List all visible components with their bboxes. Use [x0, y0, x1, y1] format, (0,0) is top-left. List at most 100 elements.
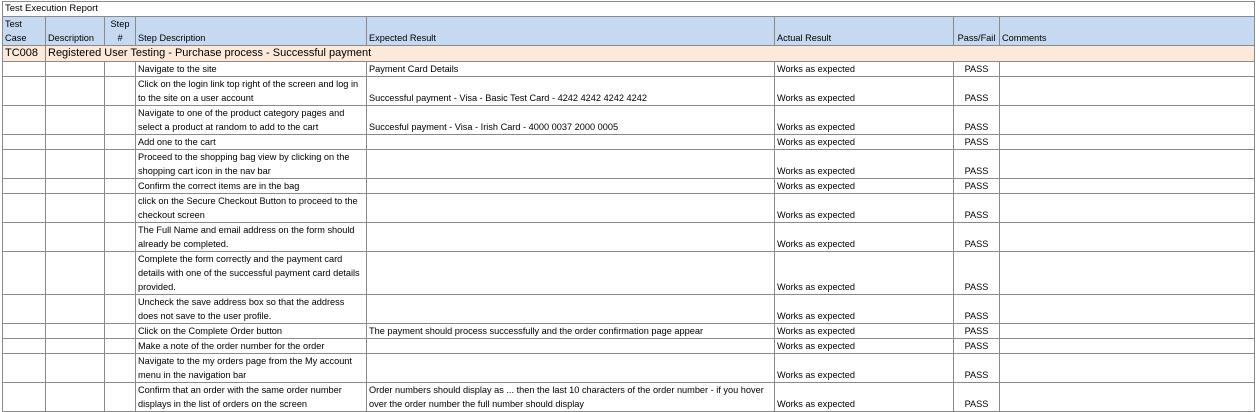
actual-result-cell[interactable]: Works as expected: [774, 105, 954, 135]
description-cell[interactable]: [45, 193, 105, 223]
comments-cell[interactable]: [998, 294, 1256, 324]
comments-cell[interactable]: [998, 382, 1256, 412]
comments-cell[interactable]: [998, 178, 1256, 194]
description-cell[interactable]: [45, 323, 105, 339]
step-description-cell[interactable]: The Full Name and email address on the f…: [135, 222, 367, 252]
test-case-cell[interactable]: [2, 382, 46, 412]
step-description-cell[interactable]: Uncheck the save address box so that the…: [135, 294, 367, 324]
comments-cell[interactable]: [998, 222, 1256, 252]
test-case-cell[interactable]: [2, 105, 46, 135]
expected-result-cell[interactable]: Order numbers should display as ... then…: [366, 382, 775, 412]
description-cell[interactable]: [45, 149, 105, 179]
actual-result-cell[interactable]: Works as expected: [774, 61, 954, 77]
pass-fail-cell[interactable]: PASS: [953, 76, 1000, 106]
expected-result-cell[interactable]: Payment Card Details: [366, 61, 775, 77]
pass-fail-cell[interactable]: PASS: [953, 134, 1000, 150]
expected-result-cell[interactable]: [366, 294, 775, 324]
expected-result-cell[interactable]: [366, 134, 775, 150]
step-number-cell[interactable]: [104, 149, 136, 179]
expected-result-cell[interactable]: The payment should process successfully …: [366, 323, 775, 339]
test-case-id[interactable]: TC008: [2, 45, 46, 62]
header-expected-result[interactable]: Expected Result: [366, 16, 775, 46]
header-actual-result[interactable]: Actual Result: [774, 16, 954, 46]
description-cell[interactable]: [45, 294, 105, 324]
step-number-cell[interactable]: [104, 323, 136, 339]
header-step-number[interactable]: Step #: [104, 16, 136, 46]
test-case-cell[interactable]: [2, 338, 46, 354]
description-cell[interactable]: [45, 61, 105, 77]
test-case-cell[interactable]: [2, 294, 46, 324]
comments-cell[interactable]: [998, 251, 1256, 295]
step-number-cell[interactable]: [104, 178, 136, 194]
actual-result-cell[interactable]: Works as expected: [774, 353, 954, 383]
step-number-cell[interactable]: [104, 193, 136, 223]
actual-result-cell[interactable]: Works as expected: [774, 222, 954, 252]
test-case-cell[interactable]: [2, 134, 46, 150]
actual-result-cell[interactable]: Works as expected: [774, 178, 954, 194]
step-number-cell[interactable]: [104, 251, 136, 295]
test-case-cell[interactable]: [2, 61, 46, 77]
step-description-cell[interactable]: Click on the login link top right of the…: [135, 76, 367, 106]
comments-cell[interactable]: [998, 134, 1256, 150]
pass-fail-cell[interactable]: PASS: [953, 193, 1000, 223]
test-case-cell[interactable]: [2, 76, 46, 106]
test-case-title[interactable]: Registered User Testing - Purchase proce…: [44, 45, 1256, 62]
step-description-cell[interactable]: Navigate to one of the product category …: [135, 105, 367, 135]
comments-cell[interactable]: [998, 193, 1256, 223]
expected-result-cell[interactable]: [366, 251, 775, 295]
step-description-cell[interactable]: Confirm the correct items are in the bag: [135, 178, 367, 194]
step-description-cell[interactable]: Navigate to the my orders page from the …: [135, 353, 367, 383]
step-number-cell[interactable]: [104, 338, 136, 354]
pass-fail-cell[interactable]: PASS: [953, 105, 1000, 135]
step-number-cell[interactable]: [104, 353, 136, 383]
step-number-cell[interactable]: [104, 294, 136, 324]
step-description-cell[interactable]: Add one to the cart: [135, 134, 367, 150]
test-case-cell[interactable]: [2, 251, 46, 295]
comments-cell[interactable]: [998, 353, 1256, 383]
description-cell[interactable]: [45, 251, 105, 295]
expected-result-cell[interactable]: Succesful payment - Visa - Irish Card - …: [366, 105, 775, 135]
header-test-case[interactable]: Test Case: [2, 16, 46, 46]
step-description-cell[interactable]: Confirm that an order with the same orde…: [135, 382, 367, 412]
expected-result-cell[interactable]: [366, 178, 775, 194]
pass-fail-cell[interactable]: PASS: [953, 294, 1000, 324]
description-cell[interactable]: [45, 222, 105, 252]
description-cell[interactable]: [45, 76, 105, 106]
comments-cell[interactable]: [998, 338, 1256, 354]
actual-result-cell[interactable]: Works as expected: [774, 382, 954, 412]
pass-fail-cell[interactable]: PASS: [953, 61, 1000, 77]
pass-fail-cell[interactable]: PASS: [953, 251, 1000, 295]
step-number-cell[interactable]: [104, 61, 136, 77]
header-pass-fail[interactable]: Pass/Fail: [953, 16, 1000, 46]
test-case-cell[interactable]: [2, 353, 46, 383]
pass-fail-cell[interactable]: PASS: [953, 338, 1000, 354]
step-description-cell[interactable]: click on the Secure Checkout Button to p…: [135, 193, 367, 223]
pass-fail-cell[interactable]: PASS: [953, 323, 1000, 339]
expected-result-cell[interactable]: [366, 338, 775, 354]
description-cell[interactable]: [45, 134, 105, 150]
pass-fail-cell[interactable]: PASS: [953, 149, 1000, 179]
actual-result-cell[interactable]: Works as expected: [774, 251, 954, 295]
comments-cell[interactable]: [998, 149, 1256, 179]
comments-cell[interactable]: [998, 76, 1256, 106]
test-case-cell[interactable]: [2, 178, 46, 194]
expected-result-cell[interactable]: [366, 222, 775, 252]
description-cell[interactable]: [45, 178, 105, 194]
step-description-cell[interactable]: Proceed to the shopping bag view by clic…: [135, 149, 367, 179]
test-case-cell[interactable]: [2, 222, 46, 252]
pass-fail-cell[interactable]: PASS: [953, 222, 1000, 252]
test-case-cell[interactable]: [2, 323, 46, 339]
header-comments[interactable]: Comments: [998, 16, 1256, 46]
step-description-cell[interactable]: Click on the Complete Order button: [135, 323, 367, 339]
description-cell[interactable]: [45, 353, 105, 383]
test-case-cell[interactable]: [2, 149, 46, 179]
actual-result-cell[interactable]: Works as expected: [774, 294, 954, 324]
comments-cell[interactable]: [998, 61, 1256, 77]
comments-cell[interactable]: [998, 323, 1256, 339]
expected-result-cell[interactable]: [366, 193, 775, 223]
expected-result-cell[interactable]: [366, 149, 775, 179]
test-case-cell[interactable]: [2, 193, 46, 223]
actual-result-cell[interactable]: Works as expected: [774, 193, 954, 223]
step-number-cell[interactable]: [104, 382, 136, 412]
pass-fail-cell[interactable]: PASS: [953, 382, 1000, 412]
